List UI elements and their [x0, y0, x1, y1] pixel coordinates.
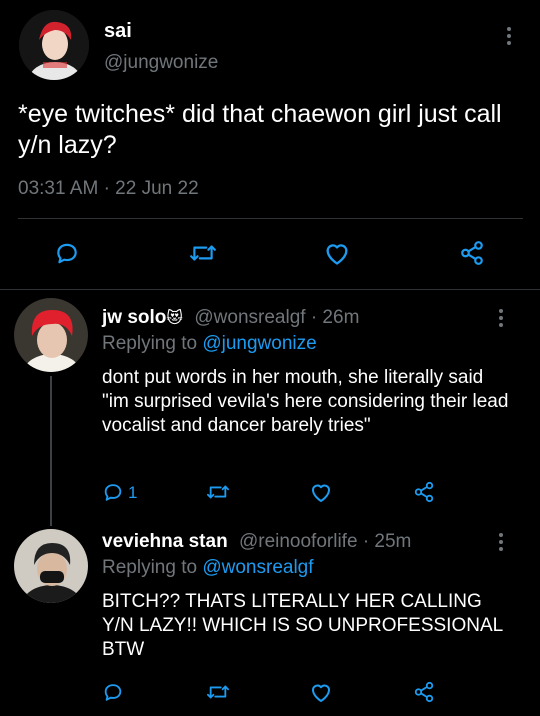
tweet-time: 03:31 AM [18, 178, 99, 199]
divider [0, 289, 540, 290]
like-icon[interactable] [309, 481, 333, 503]
share-icon[interactable] [458, 240, 486, 266]
more-options-icon[interactable] [499, 309, 503, 330]
reply-icon[interactable] [54, 240, 80, 266]
replying-to-link[interactable]: @wonsrealgf [202, 557, 313, 578]
avatar[interactable] [19, 10, 89, 80]
share-icon[interactable] [412, 681, 436, 703]
divider [18, 218, 523, 219]
retweet-icon[interactable] [189, 240, 217, 266]
display-name[interactable]: veviehna stan [102, 531, 228, 552]
tweet-date: 22 Jun 22 [115, 178, 199, 199]
reply-header: veviehna stan @reinooforlife · 25m [102, 531, 411, 553]
replying-label: Replying to [102, 333, 198, 354]
retweet-icon[interactable] [206, 481, 230, 503]
more-options-icon[interactable] [507, 27, 511, 48]
tweet-timestamp: 03:31 AM · 22 Jun 22 [18, 178, 199, 200]
avatar[interactable] [14, 529, 88, 603]
replying-label: Replying to [102, 557, 198, 578]
display-name[interactable]: sai [104, 20, 132, 43]
thread-line [50, 376, 52, 526]
avatar[interactable] [14, 298, 88, 372]
replying-to: Replying to @wonsrealgf [102, 557, 314, 579]
share-icon[interactable] [412, 481, 436, 503]
emoji-icon: 😻 [166, 310, 184, 327]
tweet-text: *eye twitches* did that chaewon girl jus… [18, 100, 502, 159]
replying-to-link[interactable]: @jungwonize [202, 333, 316, 354]
more-options-icon[interactable] [499, 533, 503, 554]
reply-text: dont put words in her mouth, she literal… [102, 367, 509, 436]
handle[interactable]: @wonsrealgf [194, 307, 305, 328]
reply-header: jw solo😻 @wonsrealgf · 26m [102, 307, 359, 329]
like-icon[interactable] [323, 240, 351, 266]
replying-to: Replying to @jungwonize [102, 333, 317, 355]
display-name[interactable]: jw solo [102, 307, 166, 328]
reply-icon[interactable] [102, 681, 124, 703]
retweet-icon[interactable] [206, 681, 230, 703]
handle[interactable]: @reinooforlife [239, 531, 358, 552]
reply-age: · 25m [362, 531, 412, 552]
like-icon[interactable] [309, 681, 333, 703]
reply-age: · 26m [310, 307, 360, 328]
handle[interactable]: @jungwonize [104, 52, 218, 74]
reply-icon[interactable] [102, 481, 124, 503]
separator: · [103, 178, 110, 199]
reply-text: BITCH?? THATS LITERALLY HER CALLING Y/N … [102, 591, 503, 660]
reply-count: 1 [128, 483, 138, 502]
